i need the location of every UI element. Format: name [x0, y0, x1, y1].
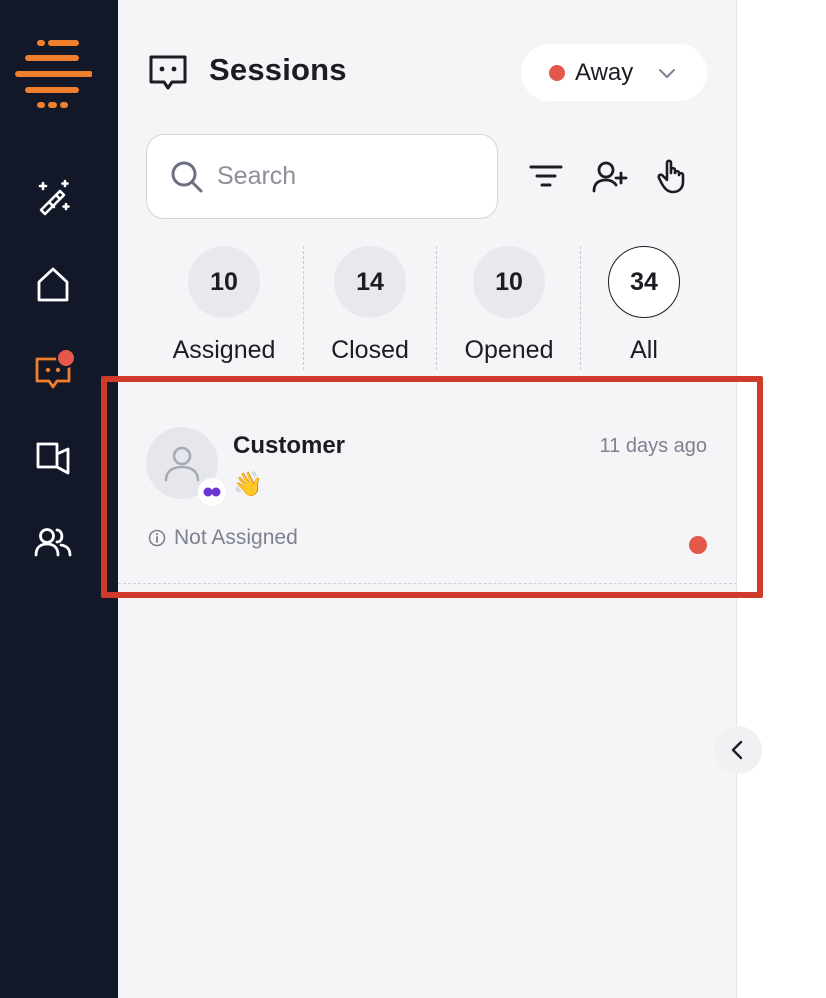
page-title: Sessions	[209, 52, 347, 87]
magic-wand-icon	[38, 179, 70, 216]
tab-opened[interactable]: 10 Opened	[457, 246, 561, 370]
chat-icon	[149, 55, 187, 90]
tab-count: 10	[188, 246, 260, 318]
hand-pointer-icon	[657, 159, 685, 194]
sessions-panel: Sessions Away Search 10 Assigned 14 Clos…	[118, 0, 737, 998]
chat-widget-icon	[203, 487, 221, 497]
tab-all[interactable]: 34 All	[592, 246, 696, 370]
users-icon	[34, 528, 72, 557]
user-icon	[164, 446, 200, 482]
sidebar-item-team[interactable]	[30, 519, 76, 565]
tab-label: Opened	[464, 336, 554, 364]
availability-status-dropdown[interactable]: Away	[521, 44, 707, 101]
customer-name: Customer	[233, 432, 346, 459]
tab-label: Closed	[331, 336, 409, 364]
claim-session-button[interactable]	[653, 156, 693, 196]
session-list-item[interactable]: Customer 👋 11 days ago Not Assigned	[118, 400, 737, 584]
tab-divider	[436, 246, 437, 370]
status-indicator	[549, 64, 565, 81]
session-timestamp: 11 days ago	[599, 435, 708, 457]
sidebar-item-sessions[interactable]	[30, 348, 76, 394]
chevron-left-icon	[731, 740, 743, 760]
sidebar	[0, 0, 118, 998]
tab-closed[interactable]: 14 Closed	[318, 246, 422, 370]
collapse-panel-button[interactable]	[714, 726, 762, 774]
tab-divider	[303, 246, 304, 370]
search-icon	[171, 161, 203, 192]
brand-logo[interactable]	[14, 38, 93, 114]
sidebar-item-automation[interactable]	[30, 174, 76, 220]
search-input[interactable]	[217, 162, 477, 191]
tab-count: 14	[334, 246, 406, 318]
tab-divider	[580, 246, 581, 370]
info-icon	[148, 529, 166, 547]
filter-icon	[529, 165, 563, 187]
status-label: Away	[575, 58, 634, 86]
home-icon	[37, 267, 69, 302]
tab-label: All	[630, 336, 658, 364]
filter-button[interactable]	[526, 156, 566, 196]
sidebar-item-home[interactable]	[30, 261, 76, 307]
assign-user-icon	[592, 161, 628, 193]
tab-assigned[interactable]: 10 Assigned	[172, 246, 276, 370]
megaphone-icon	[36, 442, 70, 475]
app-root: Sessions Away Search 10 Assigned 14 Clos…	[0, 0, 826, 998]
last-message: 👋	[233, 471, 263, 498]
unread-indicator	[689, 536, 707, 554]
channel-badge	[198, 478, 226, 506]
chevron-down-icon	[659, 69, 675, 78]
tab-count: 34	[608, 246, 680, 318]
sidebar-item-campaigns[interactable]	[30, 433, 76, 479]
notification-badge	[56, 348, 76, 368]
assign-user-button[interactable]	[590, 156, 630, 196]
assignment-label: Not Assigned	[174, 526, 298, 549]
search-box[interactable]	[146, 134, 498, 219]
tab-count: 10	[473, 246, 545, 318]
tab-label: Assigned	[172, 336, 276, 364]
assignment-status: Not Assigned	[148, 526, 298, 550]
